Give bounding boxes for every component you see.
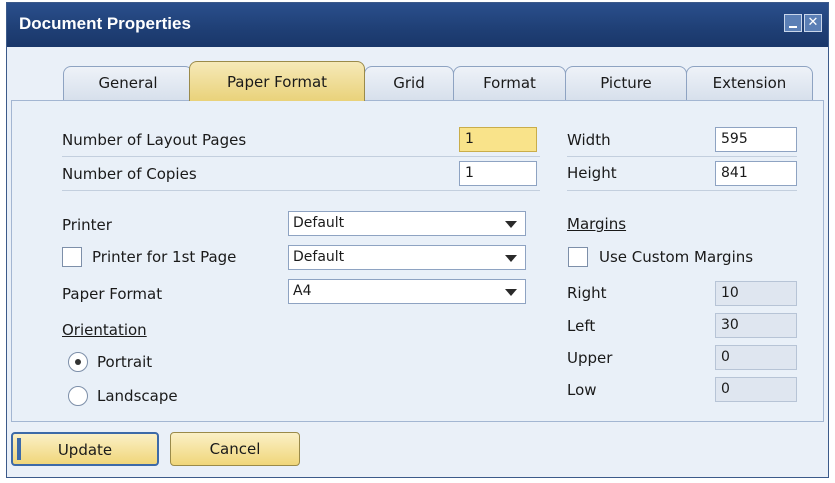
tab-extension[interactable]: Extension	[686, 66, 813, 100]
layout-pages-field[interactable]: 1	[459, 127, 537, 152]
low-margin-field[interactable]: 0	[715, 377, 797, 402]
printer-label: Printer	[62, 216, 112, 234]
tab-general[interactable]: General	[63, 66, 193, 100]
paper-format-panel: Number of Layout Pages 1 Number of Copie…	[11, 100, 824, 422]
upper-margin-field[interactable]: 0	[715, 345, 797, 370]
height-label: Height	[567, 164, 617, 182]
low-margin-label: Low	[567, 381, 597, 399]
height-field[interactable]: 841	[715, 161, 797, 186]
tab-picture[interactable]: Picture	[565, 66, 687, 100]
tab-bar: General Paper Format Grid Format Picture…	[7, 61, 828, 101]
printer-first-page-select[interactable]: Default	[288, 245, 526, 270]
printer-first-page-label: Printer for 1st Page	[92, 248, 237, 266]
paper-format-select[interactable]: A4	[288, 279, 526, 304]
printer-select[interactable]: Default	[288, 211, 526, 236]
chevron-down-icon	[505, 255, 517, 262]
printer-value: Default	[293, 215, 345, 231]
custom-margins-checkbox[interactable]	[568, 247, 588, 267]
custom-margins-label: Use Custom Margins	[599, 248, 754, 266]
chevron-down-icon	[505, 221, 517, 228]
width-field[interactable]: 595	[715, 127, 797, 152]
landscape-label: Landscape	[97, 387, 178, 405]
minimize-button[interactable]	[784, 14, 802, 32]
copies-field[interactable]: 1	[459, 161, 537, 186]
tab-format[interactable]: Format	[453, 66, 566, 100]
width-label: Width	[567, 131, 611, 149]
tab-grid[interactable]: Grid	[364, 66, 454, 100]
right-margin-label: Right	[567, 284, 607, 302]
margins-heading: Margins	[567, 215, 627, 233]
document-properties-window: Document Properties ✕ General Paper Form…	[6, 2, 829, 478]
cancel-button[interactable]: Cancel	[170, 432, 300, 466]
right-margin-field[interactable]: 10	[715, 281, 797, 306]
printer-first-page-checkbox[interactable]	[62, 247, 82, 267]
title-bar[interactable]: Document Properties ✕	[7, 3, 828, 47]
copies-label: Number of Copies	[62, 165, 197, 183]
left-margin-label: Left	[567, 317, 596, 335]
close-button[interactable]: ✕	[804, 14, 822, 32]
tab-paper-format[interactable]: Paper Format	[189, 61, 365, 101]
paper-format-value: A4	[293, 283, 312, 299]
orientation-heading: Orientation	[62, 321, 147, 339]
layout-pages-label: Number of Layout Pages	[62, 131, 247, 149]
portrait-radio[interactable]	[68, 352, 88, 372]
window-title: Document Properties	[19, 14, 191, 33]
chevron-down-icon	[505, 289, 517, 296]
printer-first-page-value: Default	[293, 249, 345, 265]
paper-format-label: Paper Format	[62, 285, 163, 303]
upper-margin-label: Upper	[567, 349, 613, 367]
update-button[interactable]: Update	[11, 432, 159, 466]
left-margin-field[interactable]: 30	[715, 313, 797, 338]
portrait-label: Portrait	[97, 353, 153, 371]
landscape-radio[interactable]	[68, 386, 88, 406]
